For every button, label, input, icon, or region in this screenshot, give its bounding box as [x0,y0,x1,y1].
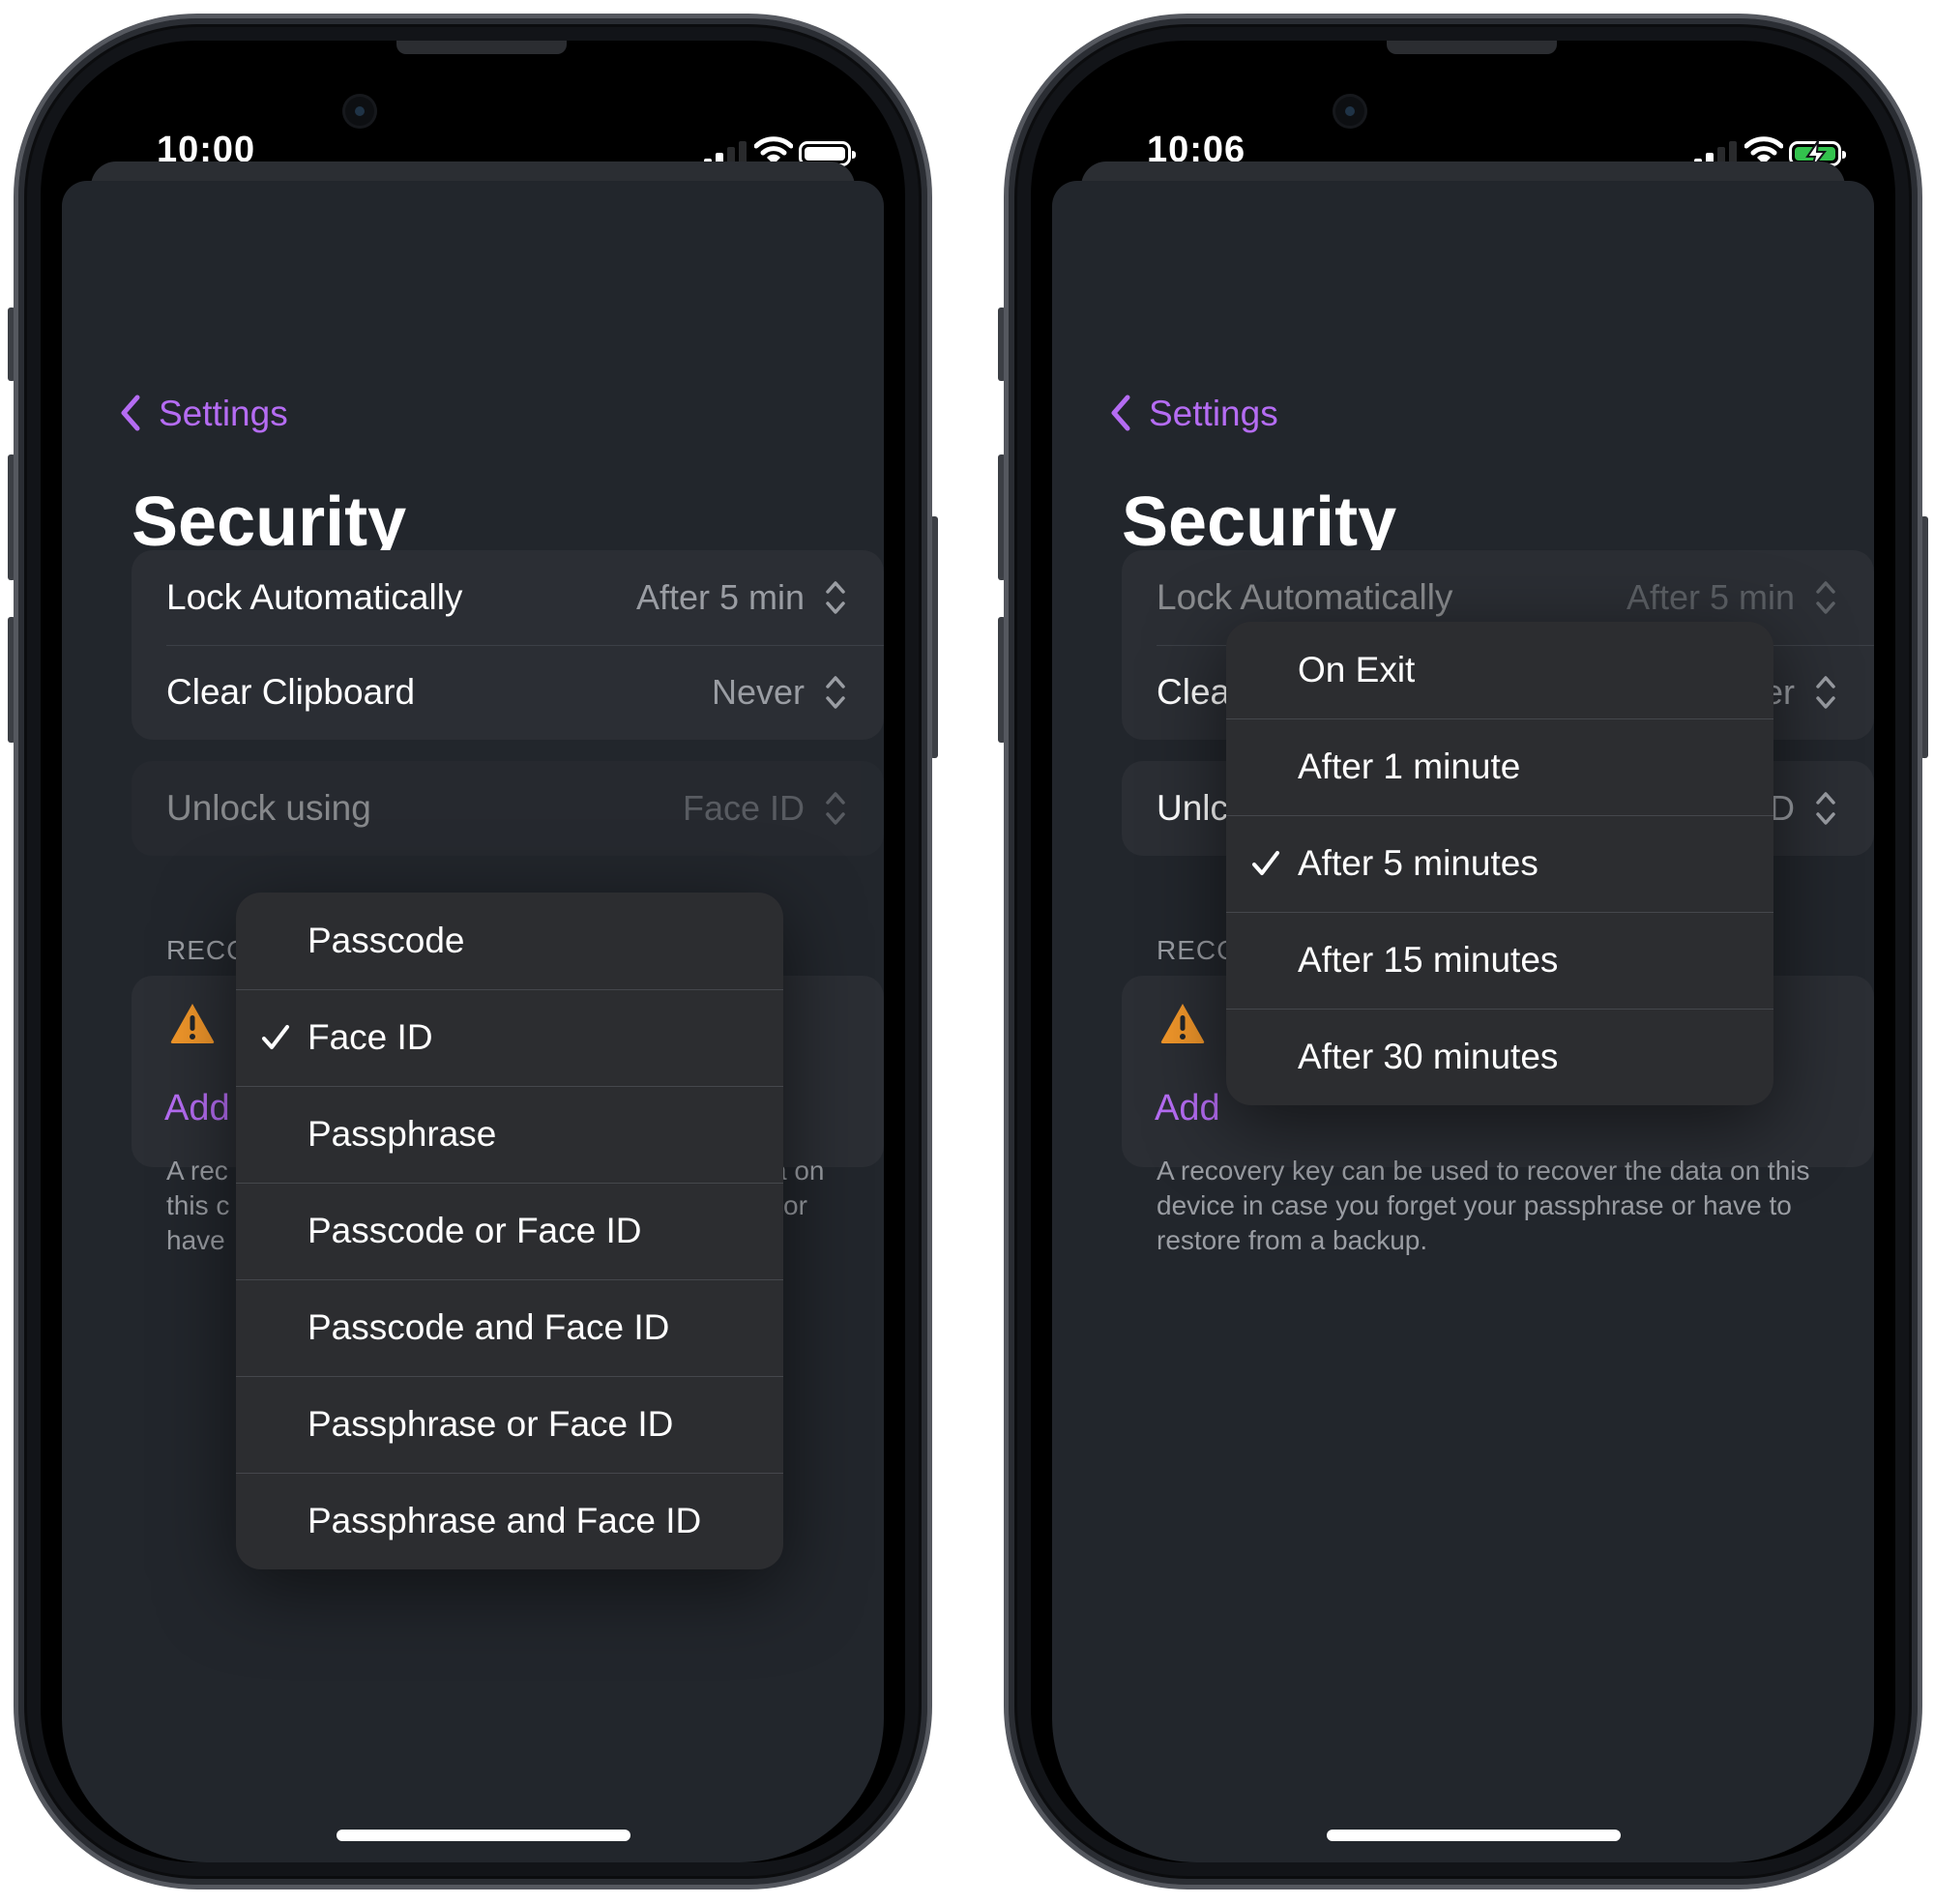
up-down-chevron-icon [826,792,845,825]
home-indicator[interactable] [337,1830,630,1841]
add-recovery-key-link[interactable]: Add [1155,1088,1220,1129]
up-down-chevron-icon [1816,792,1835,825]
row-label: Lock Automatically [166,577,463,617]
menu-item-passphrase-and-face-id[interactable]: Passphrase and Face ID [236,1473,783,1569]
recovery-section-header: RECC [1157,935,1238,965]
speaker-grille [1387,41,1557,54]
recovery-footer-fragment: or [783,1190,807,1220]
settings-sheet: Settings Security Lock Automatically Aft… [62,181,884,1862]
menu-item-label: After 5 minutes [1298,843,1538,883]
screen: 10:06 Settings Security Lock Automatical… [1031,41,1895,1862]
recovery-section-header: RECC [166,935,248,965]
chevron-left-icon[interactable] [1110,394,1131,432]
up-down-chevron-icon [1816,676,1835,709]
row-value: After 5 min [1626,577,1795,617]
auto-settings-card: Lock Automatically After 5 min Clear Cli… [132,550,884,740]
row-label: Unlock using [166,788,371,828]
row-value: Never [711,672,805,712]
up-down-chevron-icon [1816,581,1835,614]
menu-item-face-id[interactable]: Face ID [236,989,783,1086]
menu-item-after-30-minutes[interactable]: After 30 minutes [1226,1009,1773,1105]
back-button[interactable]: Settings [1149,394,1278,434]
menu-item-label: On Exit [1298,650,1416,689]
lock-automatically-row[interactable]: Lock Automatically After 5 min [132,550,884,645]
menu-item-label: After 30 minutes [1298,1037,1559,1076]
row-label: Clear Clipboard [166,672,416,712]
phone-right: 10:06 Settings Security Lock Automatical… [998,14,1928,1889]
menu-item-label: Passcode or Face ID [308,1211,642,1250]
checkmark-icon [262,1025,289,1049]
menu-item-after-15-minutes[interactable]: After 15 minutes [1226,912,1773,1009]
speaker-grille [396,41,567,54]
menu-item-after-5-minutes[interactable]: After 5 minutes [1226,815,1773,912]
warning-triangle-icon [170,1004,215,1043]
phone-left: 10:00 Settings Security Lock Automatical… [8,14,938,1889]
up-down-chevron-icon [826,676,845,709]
row-value: Face ID [682,788,805,828]
menu-item-passcode[interactable]: Passcode [236,893,783,989]
clear-clipboard-row[interactable]: Clear Clipboard Never [132,645,884,740]
menu-item-label: Passphrase and Face ID [308,1501,702,1540]
warning-triangle-icon [1160,1004,1205,1043]
up-down-chevron-icon [826,581,845,614]
add-recovery-key-link[interactable]: Add [164,1088,230,1129]
menu-item-label: Face ID [308,1017,433,1057]
unlock-using-row[interactable]: Unlock using Face ID [132,761,884,856]
chevron-left-icon[interactable] [120,394,141,432]
home-indicator[interactable] [1327,1830,1621,1841]
row-value: After 5 min [635,577,805,617]
menu-item-label: Passcode and Face ID [308,1307,670,1347]
unlock-method-menu: Passcode Face ID Passphrase Passcode or … [236,893,783,1569]
menu-item-passphrase-or-face-id[interactable]: Passphrase or Face ID [236,1376,783,1473]
menu-item-label: After 1 minute [1298,747,1521,786]
menu-item-label: Passphrase or Face ID [308,1404,674,1444]
menu-item-after-1-minute[interactable]: After 1 minute [1226,718,1773,815]
menu-item-label: After 15 minutes [1298,940,1559,980]
front-camera [342,94,377,129]
row-label: Lock Automatically [1157,577,1453,617]
menu-item-label: Passcode [308,921,465,960]
menu-item-passphrase[interactable]: Passphrase [236,1086,783,1183]
checkmark-icon [1252,851,1279,875]
recovery-footer-text: A recovery key can be used to recover th… [1157,1156,1810,1255]
lock-timeout-menu: On Exit After 1 minute After 5 minutes A… [1226,622,1773,1105]
screen: 10:00 Settings Security Lock Automatical… [41,41,905,1862]
settings-sheet: Settings Security Lock Automatically Aft… [1052,181,1874,1862]
front-camera [1333,94,1367,129]
back-button[interactable]: Settings [159,394,288,434]
menu-item-on-exit[interactable]: On Exit [1226,622,1773,718]
recovery-footer-fragment: a on [772,1156,825,1186]
menu-item-passcode-or-face-id[interactable]: Passcode or Face ID [236,1183,783,1279]
unlock-card: Unlock using Face ID [132,761,884,856]
menu-item-passcode-and-face-id[interactable]: Passcode and Face ID [236,1279,783,1376]
menu-item-label: Passphrase [308,1114,497,1154]
